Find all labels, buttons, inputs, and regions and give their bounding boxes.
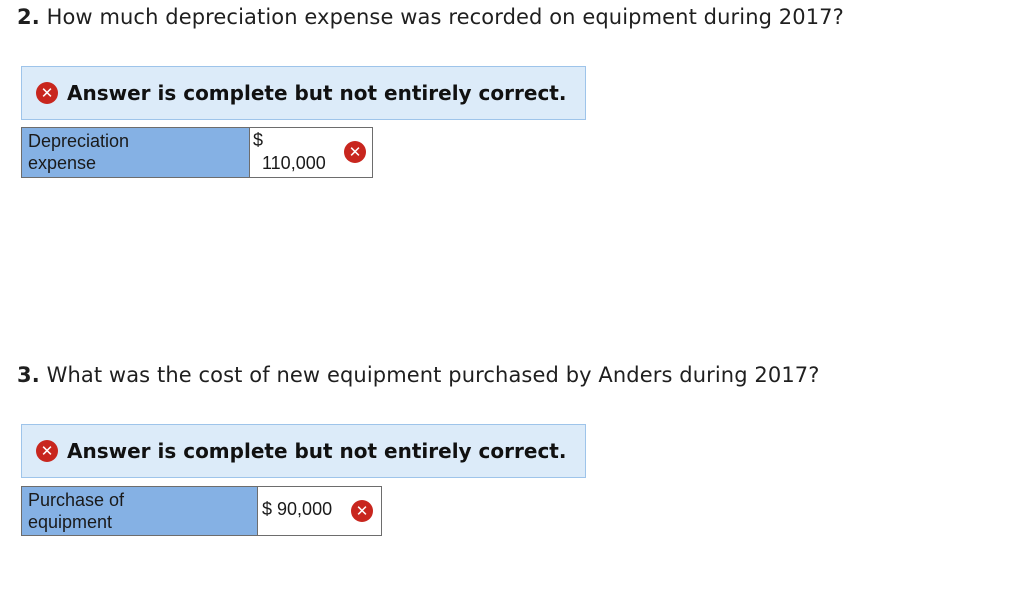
question-2-text: How much depreciation expense was record… xyxy=(46,5,844,29)
depreciation-label-cell: Depreciation expense xyxy=(22,128,250,177)
label-line: Depreciation xyxy=(28,131,130,151)
incorrect-x-icon: ✕ xyxy=(36,440,58,462)
depreciation-answer-table: Depreciation expense $ 110,000 ✕ xyxy=(21,127,373,178)
result-banner-text: Answer is complete but not entirely corr… xyxy=(67,81,567,105)
depreciation-value-field[interactable]: $ 110,000 ✕ xyxy=(250,128,372,177)
label-line: expense xyxy=(28,153,97,173)
question-3-number: 3. xyxy=(17,363,40,387)
label-line: Purchase of xyxy=(28,490,125,510)
purchase-value-text: $ 90,000 xyxy=(262,499,332,520)
equipment-purchase-answer-table: Purchase of equipment $ 90,000 ✕ xyxy=(21,486,382,536)
incorrect-x-icon: ✕ xyxy=(344,141,366,163)
label-line: equipment xyxy=(28,512,113,532)
question-3-result-banner: ✕ Answer is complete but not entirely co… xyxy=(21,424,586,478)
currency-symbol: $ xyxy=(253,130,264,150)
question-2-result-banner: ✕ Answer is complete but not entirely co… xyxy=(21,66,586,120)
purchase-amount: 90,000 xyxy=(277,499,333,519)
purchase-value-field[interactable]: $ 90,000 ✕ xyxy=(258,487,381,535)
incorrect-x-icon: ✕ xyxy=(36,82,58,104)
result-banner-text: Answer is complete but not entirely corr… xyxy=(67,439,567,463)
currency-symbol: $ xyxy=(262,499,273,519)
depreciation-amount: 110,000 xyxy=(262,153,326,173)
question-2-heading: 2. How much depreciation expense was rec… xyxy=(17,5,844,29)
incorrect-x-icon: ✕ xyxy=(351,500,373,522)
question-3-heading: 3. What was the cost of new equipment pu… xyxy=(17,363,820,387)
question-2-number: 2. xyxy=(17,5,40,29)
question-3-text: What was the cost of new equipment purch… xyxy=(46,363,820,387)
purchase-label-cell: Purchase of equipment xyxy=(22,487,258,535)
